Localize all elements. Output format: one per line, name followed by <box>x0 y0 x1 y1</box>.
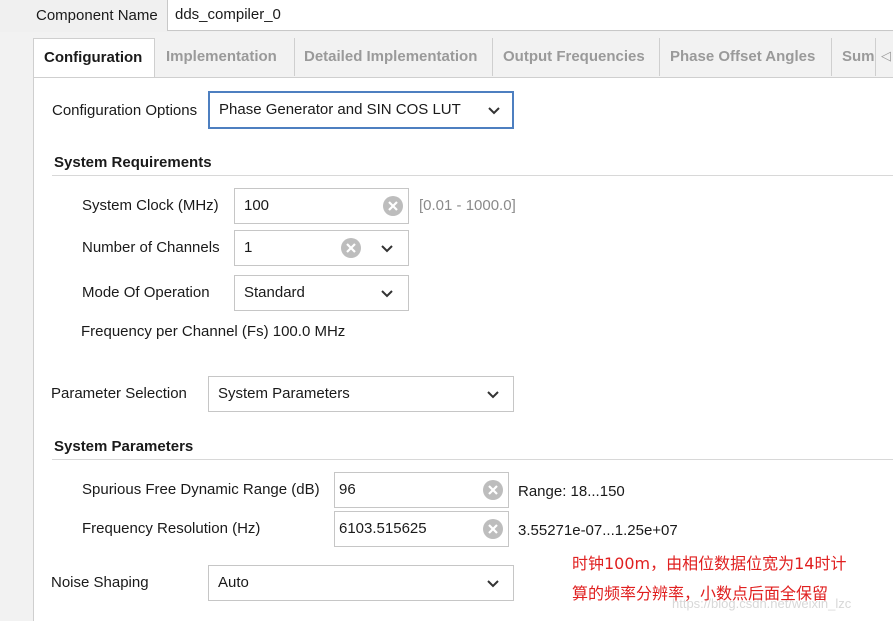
tab-phase-offset-angles[interactable]: Phase Offset Angles <box>660 38 832 76</box>
triangle-left-icon[interactable]: ◁ <box>881 48 891 64</box>
noise-shaping-label: Noise Shaping <box>51 574 149 591</box>
section-divider <box>52 175 893 176</box>
system-clock-value: 100 <box>244 197 270 214</box>
clear-icon[interactable] <box>482 518 504 540</box>
system-clock-label: System Clock (MHz) <box>82 197 219 214</box>
component-name-bar: Component Name dds_compiler_0 <box>0 0 893 32</box>
tab-bar: Configuration Implementation Detailed Im… <box>33 38 893 78</box>
system-parameters-title: System Parameters <box>54 438 194 455</box>
chevron-down-icon <box>487 580 499 588</box>
system-clock-input[interactable]: 100 <box>234 188 409 224</box>
annotation-line-1: 时钟100m，由相位数据位宽为14时计 <box>572 554 847 573</box>
tab-detailed-implementation[interactable]: Detailed Implementation <box>294 38 493 76</box>
config-options-label: Configuration Options <box>52 102 198 119</box>
tab-implementation[interactable]: Implementation <box>156 38 295 76</box>
mode-value: Standard <box>244 284 305 301</box>
mode-label: Mode Of Operation <box>82 284 210 301</box>
noise-shaping-value: Auto <box>218 574 249 591</box>
channels-value: 1 <box>244 239 253 256</box>
sfdr-input[interactable]: 96 <box>334 472 509 508</box>
annotation-line-2: 算的频率分辨率，小数点后面全保留 <box>572 584 829 603</box>
system-requirements-title: System Requirements <box>54 154 212 171</box>
chevron-down-icon <box>381 245 393 253</box>
component-name-label: Component Name <box>36 7 158 24</box>
clear-icon[interactable] <box>340 237 362 259</box>
sfdr-range: Range: 18...150 <box>518 483 625 500</box>
frequency-per-channel-text: Frequency per Channel (Fs) 100.0 MHz <box>81 323 346 340</box>
section-divider <box>52 459 893 460</box>
parameter-selection-select[interactable]: System Parameters <box>208 376 514 412</box>
system-clock-range: [0.01 - 1000.0] <box>419 197 516 214</box>
noise-shaping-select[interactable]: Auto <box>208 565 514 601</box>
config-options-value: Phase Generator and SIN COS LUT <box>219 101 461 118</box>
mode-select[interactable]: Standard <box>234 275 409 311</box>
parameter-selection-value: System Parameters <box>218 385 350 402</box>
sfdr-value: 96 <box>339 481 356 498</box>
config-options-select[interactable]: Phase Generator and SIN COS LUT <box>208 91 514 129</box>
sfdr-label: Spurious Free Dynamic Range (dB) <box>82 481 320 498</box>
tab-output-frequencies[interactable]: Output Frequencies <box>493 38 660 76</box>
tab-summary[interactable]: Sum <box>832 38 876 76</box>
frequency-resolution-input[interactable]: 6103.515625 <box>334 511 509 547</box>
chevron-down-icon <box>487 391 499 399</box>
tab-configuration[interactable]: Configuration <box>33 38 155 78</box>
channels-select[interactable]: 1 <box>234 230 409 266</box>
channels-label: Number of Channels <box>82 239 220 256</box>
clear-icon[interactable] <box>382 195 404 217</box>
chevron-down-icon <box>488 107 500 115</box>
frequency-resolution-value: 6103.515625 <box>339 520 427 537</box>
chevron-down-icon <box>381 290 393 298</box>
parameter-selection-label: Parameter Selection <box>51 385 187 402</box>
frequency-resolution-range: 3.55271e-07...1.25e+07 <box>518 522 678 539</box>
frequency-resolution-label: Frequency Resolution (Hz) <box>82 520 261 537</box>
clear-icon[interactable] <box>482 479 504 501</box>
component-name-input[interactable]: dds_compiler_0 <box>167 0 893 31</box>
